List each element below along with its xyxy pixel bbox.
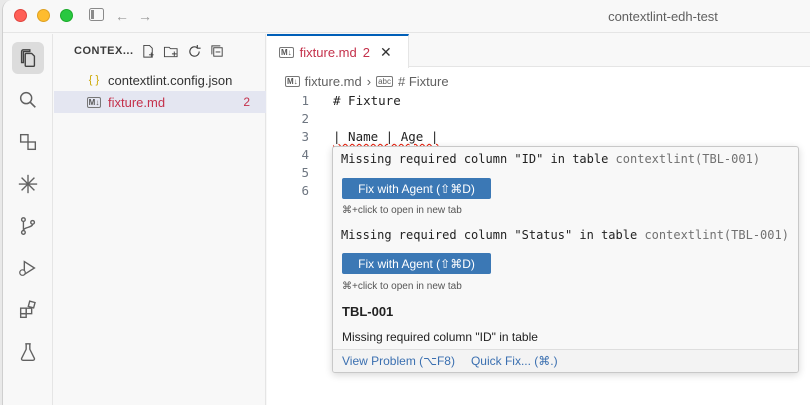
- json-file-icon: { }: [88, 74, 100, 86]
- markdown-file-icon: M↓: [86, 97, 102, 108]
- problem-source: contextlint(TBL-001): [644, 228, 789, 242]
- breadcrumb-file[interactable]: fixture.md: [305, 74, 362, 89]
- back-arrow-icon[interactable]: ←: [115, 8, 129, 24]
- symbol-icon: abc: [376, 75, 393, 87]
- problem-message: Missing required column "ID" in table co…: [341, 152, 761, 166]
- line-number: 5: [301, 165, 309, 180]
- source-control-icon[interactable]: [12, 210, 44, 242]
- collapse-all-icon[interactable]: [209, 43, 225, 59]
- refresh-icon[interactable]: [186, 43, 202, 59]
- run-debug-icon[interactable]: [12, 252, 44, 284]
- file-item-fixture[interactable]: M↓ fixture.md 2: [54, 91, 266, 113]
- activity-bar: [3, 34, 53, 405]
- close-tab-icon[interactable]: ✕: [380, 44, 392, 61]
- problem-message: Missing required column "Status" in tabl…: [341, 228, 789, 242]
- line-number: 3: [301, 129, 309, 144]
- fix-with-agent-button[interactable]: Fix with Agent (⇧⌘D): [342, 253, 491, 274]
- line-number: 1: [301, 93, 309, 108]
- search-icon[interactable]: [12, 84, 44, 116]
- tab-bar: M↓ fixture.md 2 ✕: [267, 34, 810, 68]
- toggle-sidebar-icon[interactable]: [89, 8, 104, 24]
- breadcrumb-symbol[interactable]: # Fixture: [398, 74, 449, 89]
- open-new-tab-hint: ⌘+click to open in new tab: [342, 281, 462, 292]
- code-line: 2: [267, 110, 810, 128]
- view-problem-link[interactable]: View Problem (⌥F8): [342, 354, 455, 368]
- new-folder-icon[interactable]: [163, 43, 179, 59]
- fix-with-agent-button[interactable]: Fix with Agent (⇧⌘D): [342, 178, 491, 199]
- rule-description: Missing required column "ID" in table: [342, 330, 538, 344]
- code-line: 1 # Fixture: [267, 92, 810, 110]
- problem-hover-widget: Missing required column "ID" in table co…: [332, 146, 799, 373]
- problem-count-badge: 2: [243, 95, 250, 109]
- rule-title: TBL-001: [342, 304, 394, 319]
- file-name: fixture.md: [108, 94, 166, 110]
- title-bar: ← → contextlint-edh-test: [3, 0, 810, 33]
- tab-label: fixture.md: [299, 44, 357, 60]
- close-window-button[interactable]: [14, 9, 27, 22]
- markdown-file-icon: M↓: [285, 75, 300, 87]
- maximize-window-button[interactable]: [60, 9, 73, 22]
- line-number: 6: [301, 183, 309, 198]
- tab-fixture-md[interactable]: M↓ fixture.md 2 ✕: [267, 34, 409, 68]
- explorer-header: CONTEX...: [74, 45, 134, 57]
- breadcrumb: M↓ fixture.md › abc # Fixture: [285, 72, 449, 90]
- new-file-icon[interactable]: [140, 43, 156, 59]
- chevron-right-icon: ›: [366, 73, 372, 89]
- markdown-file-icon: M↓: [279, 46, 294, 58]
- minimize-window-button[interactable]: [37, 9, 50, 22]
- quick-fix-link[interactable]: Quick Fix... (⌘.): [471, 354, 558, 368]
- explorer-sidebar: CONTEX... { } contextlint.config.json M↓…: [54, 34, 266, 405]
- hover-status-bar: View Problem (⌥F8) Quick Fix... (⌘.): [333, 349, 798, 372]
- file-item-config[interactable]: { } contextlint.config.json: [54, 69, 266, 91]
- line-text-error: | Name | Age |: [333, 129, 439, 144]
- vscode-window: ← → contextlint-edh-test CONTEX... {} c…: [2, 0, 810, 405]
- window-title: contextlint-edh-test: [608, 9, 718, 24]
- line-number: 2: [301, 111, 309, 126]
- explorer-actions: [140, 43, 225, 59]
- code-line: 3 | Name | Age |: [267, 128, 810, 146]
- line-number: 4: [301, 147, 309, 162]
- line-text: # Fixture: [333, 93, 401, 108]
- open-new-tab-hint: ⌘+click to open in new tab: [342, 205, 462, 216]
- file-name: contextlint.config.json: [108, 72, 233, 88]
- forward-arrow-icon[interactable]: →: [138, 8, 152, 24]
- explorer-icon[interactable]: [12, 42, 44, 74]
- testing-flask-icon[interactable]: [12, 336, 44, 368]
- tab-problem-count: 2: [362, 44, 370, 60]
- extensions-blocks-icon[interactable]: [12, 126, 44, 158]
- problem-source: contextlint(TBL-001): [615, 152, 761, 166]
- extensions-icon[interactable]: [12, 294, 44, 326]
- spark-icon[interactable]: [12, 168, 44, 200]
